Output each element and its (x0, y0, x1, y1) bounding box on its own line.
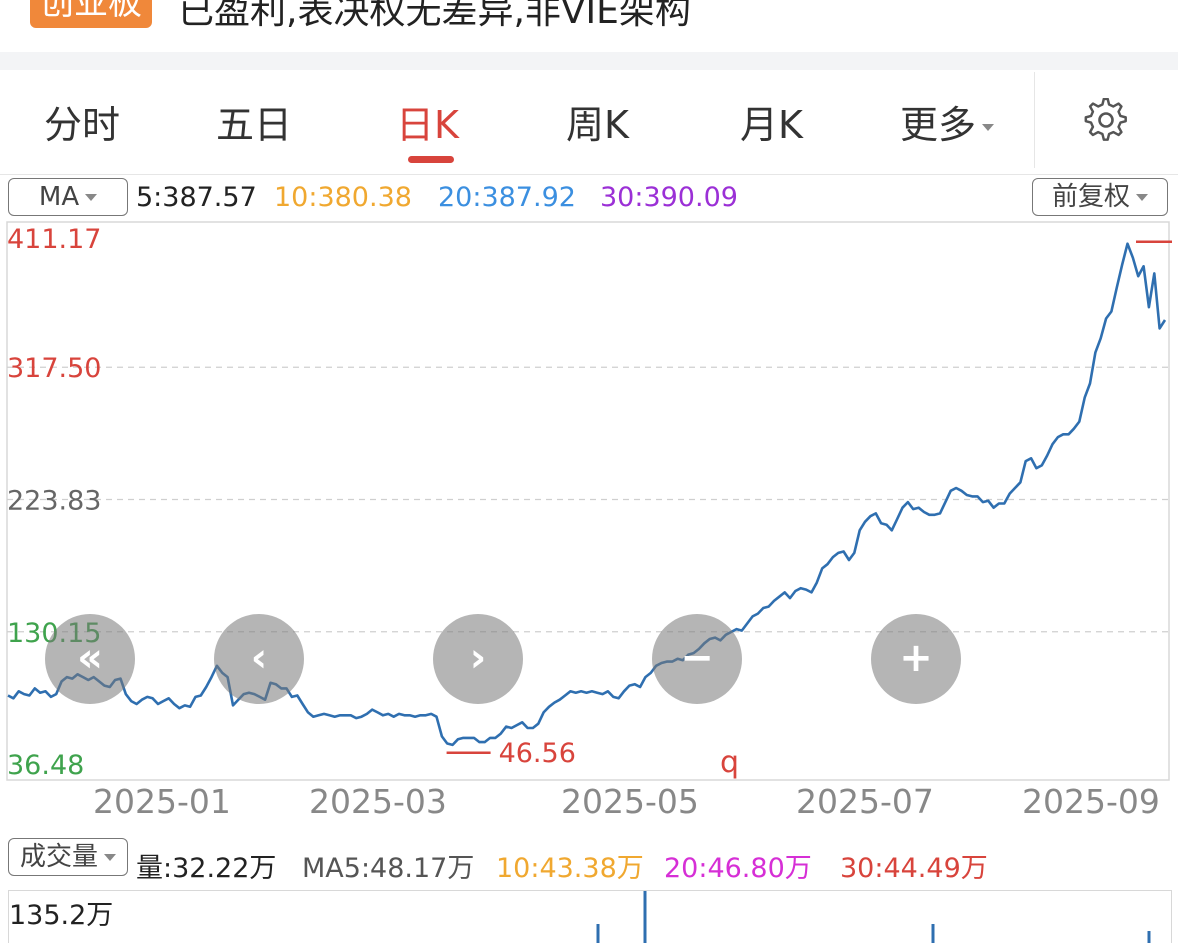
adjust-selector[interactable]: 前复权 (1032, 178, 1168, 216)
tab-five-day[interactable]: 五日 (216, 94, 292, 149)
y-tick-label: 317.50 (7, 353, 101, 384)
x-tick-label: 2025-03 (309, 782, 447, 821)
caret-down-icon (104, 854, 116, 861)
x-tick-label: 2025-09 (1022, 782, 1160, 821)
ma20-value: 20:387.92 (438, 182, 576, 213)
volume-selector[interactable]: 成交量 (8, 838, 128, 876)
caret-down-icon (1136, 194, 1148, 201)
volume-bars (596, 891, 1151, 943)
fast-back-button[interactable]: « (45, 614, 135, 704)
ma10-value: 10:380.38 (274, 182, 412, 213)
gear-icon[interactable] (1084, 97, 1130, 144)
section-separator (0, 52, 1178, 70)
plus-icon: + (899, 635, 933, 681)
tab-daily-k[interactable]: 日K (396, 94, 459, 149)
price-chart[interactable]: 411.17317.50223.83130.1536.482025-012025… (0, 216, 1178, 830)
plot-frame (6, 221, 1170, 781)
tab-more[interactable]: 更多 (900, 94, 995, 149)
y-tick-label: 36.48 (7, 750, 84, 781)
ma-selector[interactable]: MA (8, 178, 128, 216)
vol-ma30-value: 30:44.49万 (840, 853, 988, 884)
x-tick-label: 2025-01 (93, 782, 231, 821)
ma5-value: 5:387.57 (136, 182, 257, 213)
zoom-out-button[interactable]: − (652, 614, 742, 704)
marker-q-label: q (720, 745, 739, 780)
stock-description: 已盈利,表决权无差异,非VIE架构 (178, 0, 691, 32)
minus-icon: − (680, 635, 714, 681)
double-chevron-left-icon: « (77, 635, 103, 681)
caret-down-icon (982, 124, 995, 131)
volume-chart: 135.2万 (8, 890, 1172, 943)
ma30-value: 30:390.09 (600, 182, 738, 213)
vol-ma5-value: MA5:48.17万 (302, 853, 475, 884)
zoom-in-button[interactable]: + (871, 614, 961, 704)
period-tabs: 分时 五日 日K 周K 月K 更多 (0, 70, 1178, 175)
vol-ma20-value: 20:46.80万 (664, 853, 812, 884)
next-button[interactable]: › (433, 614, 523, 704)
min-marker-label: 46.56 (499, 738, 576, 769)
y-tick-label: 411.17 (7, 224, 101, 255)
top-banner: 创业板 已盈利,表决权无差异,非VIE架构 (0, 0, 1178, 52)
price-line (7, 242, 1167, 747)
y-tick-label: 223.83 (7, 485, 101, 516)
vol-ma10-value: 10:43.38万 (496, 853, 644, 884)
prev-button[interactable]: ‹ (214, 614, 304, 704)
tab-monthly-k[interactable]: 月K (740, 94, 803, 149)
board-badge: 创业板 (30, 0, 152, 28)
x-tick-label: 2025-07 (796, 782, 934, 821)
volume-value: 量:32.22万 (136, 853, 277, 884)
tab-weekly-k[interactable]: 周K (566, 94, 629, 149)
chevron-left-icon: ‹ (250, 635, 268, 681)
x-tick-label: 2025-05 (561, 782, 699, 821)
tab-divider (1034, 72, 1035, 168)
active-tab-indicator (408, 156, 454, 163)
caret-down-icon (85, 194, 98, 201)
tab-intraday[interactable]: 分时 (44, 94, 120, 149)
chevron-right-icon: › (469, 635, 487, 681)
